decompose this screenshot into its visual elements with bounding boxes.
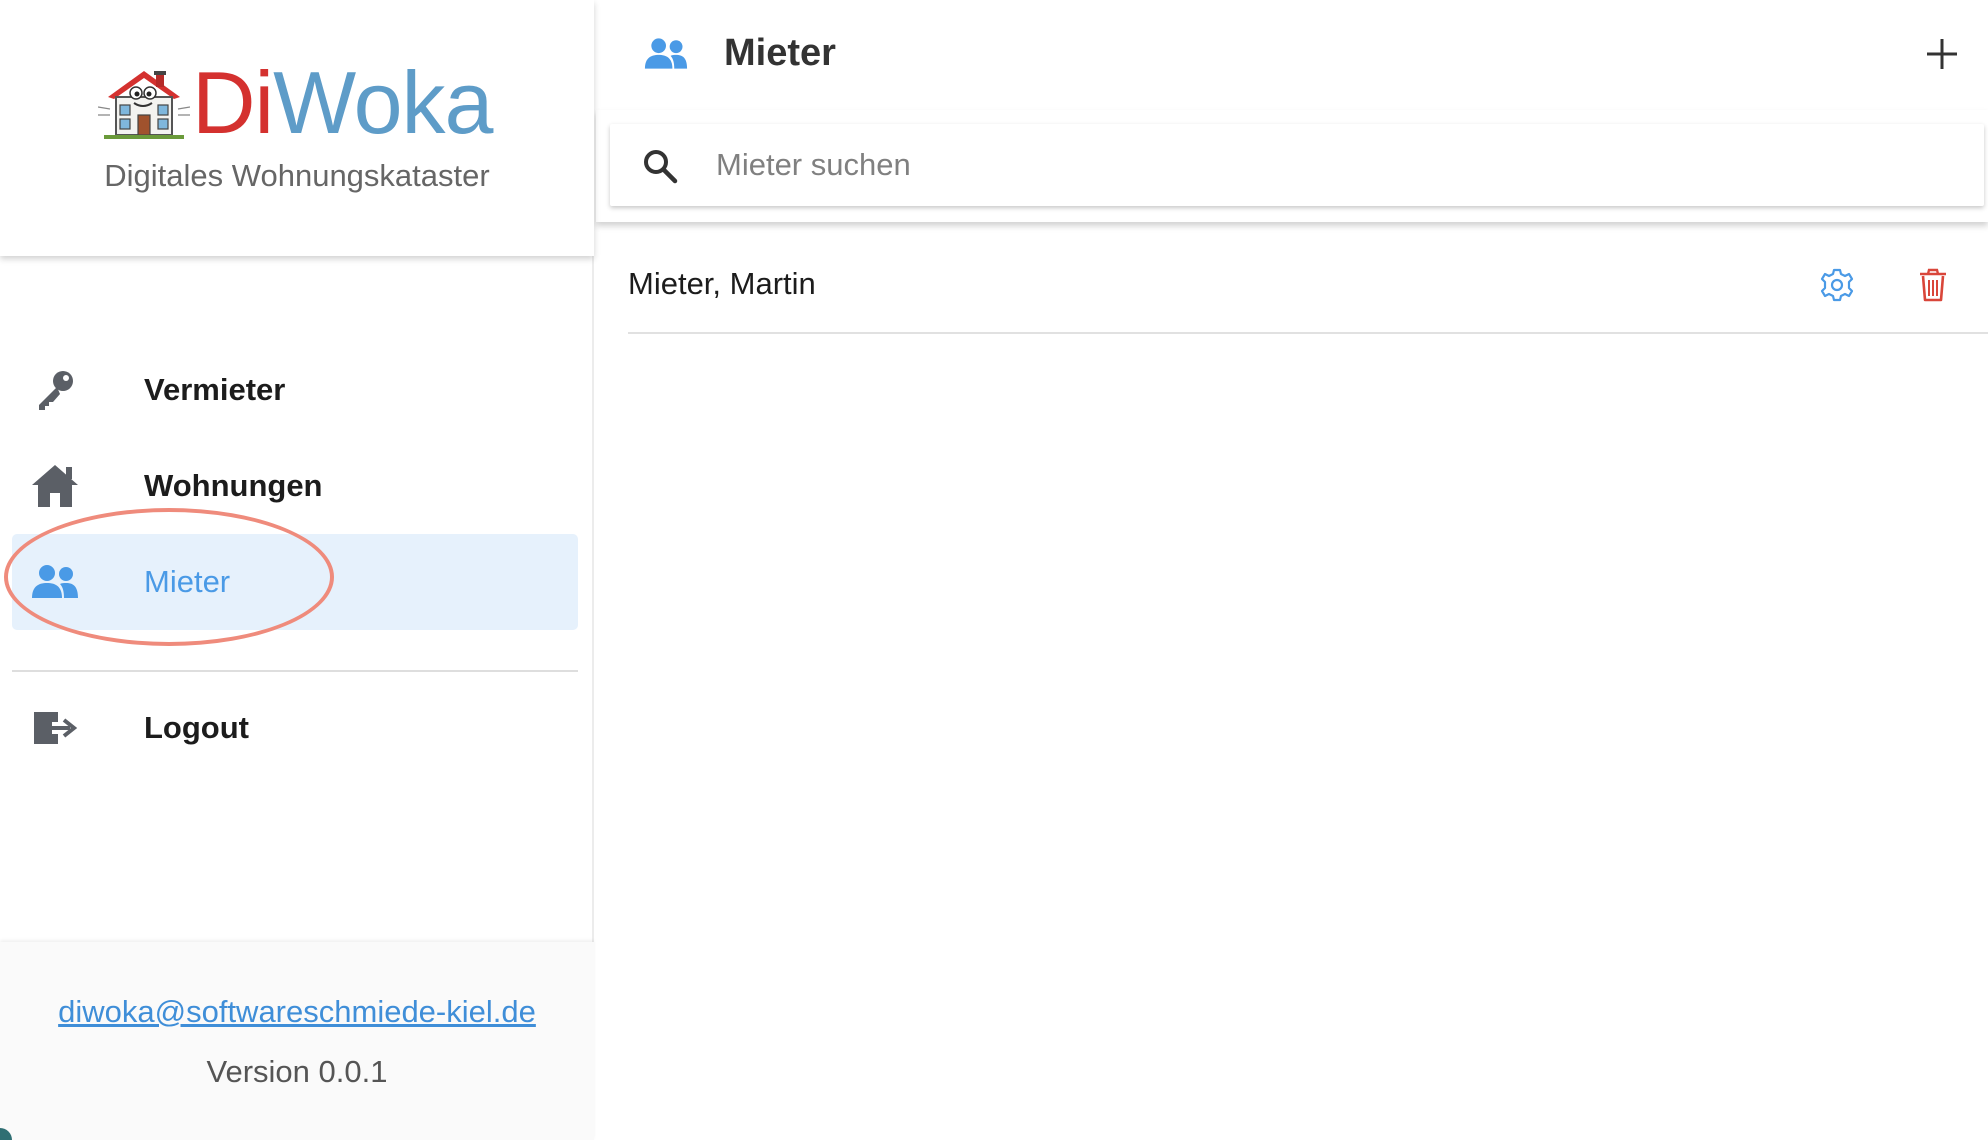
tenant-name: Mieter, Martin [628,266,816,301]
plus-icon [1927,39,1957,69]
logout-icon [26,699,84,757]
search-input[interactable] [716,138,1956,192]
brand-name-di: Di [192,53,274,152]
top-bar: Mieter [596,0,1988,110]
contact-email-link[interactable]: diwoka@softwareschmiede-kiel.de [0,994,594,1030]
search-box[interactable] [610,124,1984,206]
page-title: Mieter [724,32,836,74]
key-icon [26,361,84,419]
search-icon [644,150,678,184]
home-icon [26,457,84,515]
brand-name-woka: Woka [273,53,493,152]
brand-subtitle: Digitales Wohnungskataster [104,158,490,193]
sidebar-divider [12,670,578,672]
sidebar-item-label: Mieter [144,564,231,599]
sidebar-item-vermieter[interactable]: Vermieter [12,342,578,438]
sidebar-item-label: Wohnungen [144,468,323,503]
version-label: Version 0.0.1 [206,1054,388,1089]
sidebar-footer: diwoka@softwareschmiede-kiel.de Version … [0,942,594,1140]
trash-icon[interactable] [1918,268,1948,302]
sidebar-nav: Vermieter Wohnungen Mieter Logout [12,342,578,776]
house-mascot-logo [98,71,190,139]
sidebar-item-wohnungen[interactable]: Wohnungen [12,438,578,534]
people-icon [26,553,84,611]
search-bar [596,110,1988,222]
people-icon [644,38,688,69]
gear-icon[interactable] [1820,268,1854,302]
main-content: Mieter Mieter, Martin [596,0,1988,1140]
sidebar-item-label: Logout [144,710,250,745]
brand-name: DiWoka [192,58,493,148]
tenant-list: Mieter, Martin [628,238,1988,334]
brand-header: DiWoka Digitales Wohnungskataster [0,0,594,256]
sidebar-item-logout[interactable]: Logout [12,680,578,776]
add-tenant-button[interactable] [1916,28,1968,80]
brand-logo-row[interactable]: DiWoka [98,58,493,148]
sidebar-item-label: Vermieter [144,372,286,407]
list-item[interactable]: Mieter, Martin [628,238,1988,334]
sidebar-item-mieter[interactable]: Mieter [12,534,578,630]
sidebar: DiWoka Digitales Wohnungskataster Vermie… [0,0,594,1140]
